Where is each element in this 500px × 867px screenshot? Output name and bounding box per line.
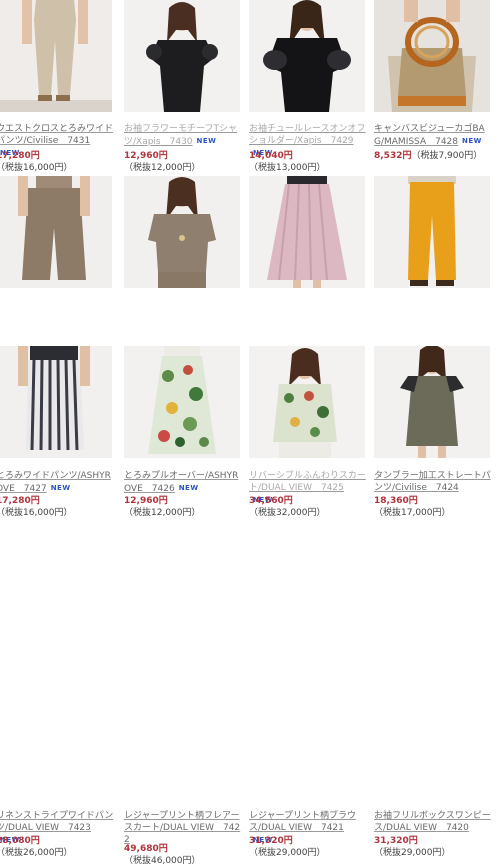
product-price: 28,080円（税抜26,000円） — [0, 836, 73, 858]
product-photo[interactable] — [124, 176, 240, 288]
product-name-link[interactable]: お袖フラワーモチーフTシャツ/Xapis 7430 NEW — [124, 123, 242, 148]
product-photo[interactable] — [124, 0, 240, 112]
product-name-link[interactable]: とろみプルオーバー/ASHYROVE 7426 NEW — [124, 470, 242, 495]
product-photo[interactable] — [0, 346, 112, 458]
product-grid: ウエストクロスとろみワイドパンツ/Civilise 7431NEW 17,280… — [0, 0, 500, 866]
product-photo[interactable] — [249, 0, 365, 112]
product-price: 34,560円（税抜32,000円） — [249, 496, 326, 518]
product-name-link[interactable]: タンブラー加工ストレートパンツ/Civilise 7424 — [374, 470, 492, 494]
product-price: 49,680円（税抜46,000円） — [124, 844, 201, 866]
product-photo[interactable] — [124, 346, 240, 458]
product-name-link[interactable]: とろみワイドパンツ/ASHYROVE 7427 NEW — [0, 470, 114, 495]
new-badge: NEW — [462, 137, 482, 145]
product-price: 31,320円（税抜29,000円） — [374, 836, 451, 858]
product-price: 17,280円（税抜16,000円） — [0, 151, 73, 173]
product-photo[interactable] — [374, 176, 490, 288]
product-photo[interactable] — [374, 346, 490, 458]
product-price: 12,960円（税抜12,000円） — [124, 496, 201, 518]
product-photo[interactable] — [249, 176, 365, 288]
new-badge: NEW — [196, 137, 217, 145]
product-price: 8,532円（税抜7,900円） — [374, 151, 483, 161]
product-name-link[interactable]: お袖フリルボックスワンピース/DUAL VIEW 7420 — [374, 810, 492, 834]
product-price: 14,040円（税抜13,000円） — [249, 151, 326, 173]
product-photo[interactable] — [0, 0, 112, 112]
product-price: 12,960円（税抜12,000円） — [124, 151, 201, 173]
product-price: 31,320円（税抜29,000円） — [249, 836, 326, 858]
product-price: 18,360円（税抜17,000円） — [374, 496, 451, 518]
product-name-link[interactable]: レジャープリント柄フレアースカート/DUAL VIEW 7422 — [124, 810, 242, 846]
new-badge: NEW — [178, 484, 199, 492]
product-photo[interactable] — [0, 176, 112, 288]
product-photo[interactable] — [249, 346, 365, 458]
product-name-link[interactable]: キャンバスビジューカゴBAG/MAMISSA 7428 NEW — [374, 123, 492, 148]
product-price: 17,280円（税抜16,000円） — [0, 496, 73, 518]
new-badge: NEW — [50, 484, 71, 492]
product-photo[interactable] — [374, 0, 490, 112]
